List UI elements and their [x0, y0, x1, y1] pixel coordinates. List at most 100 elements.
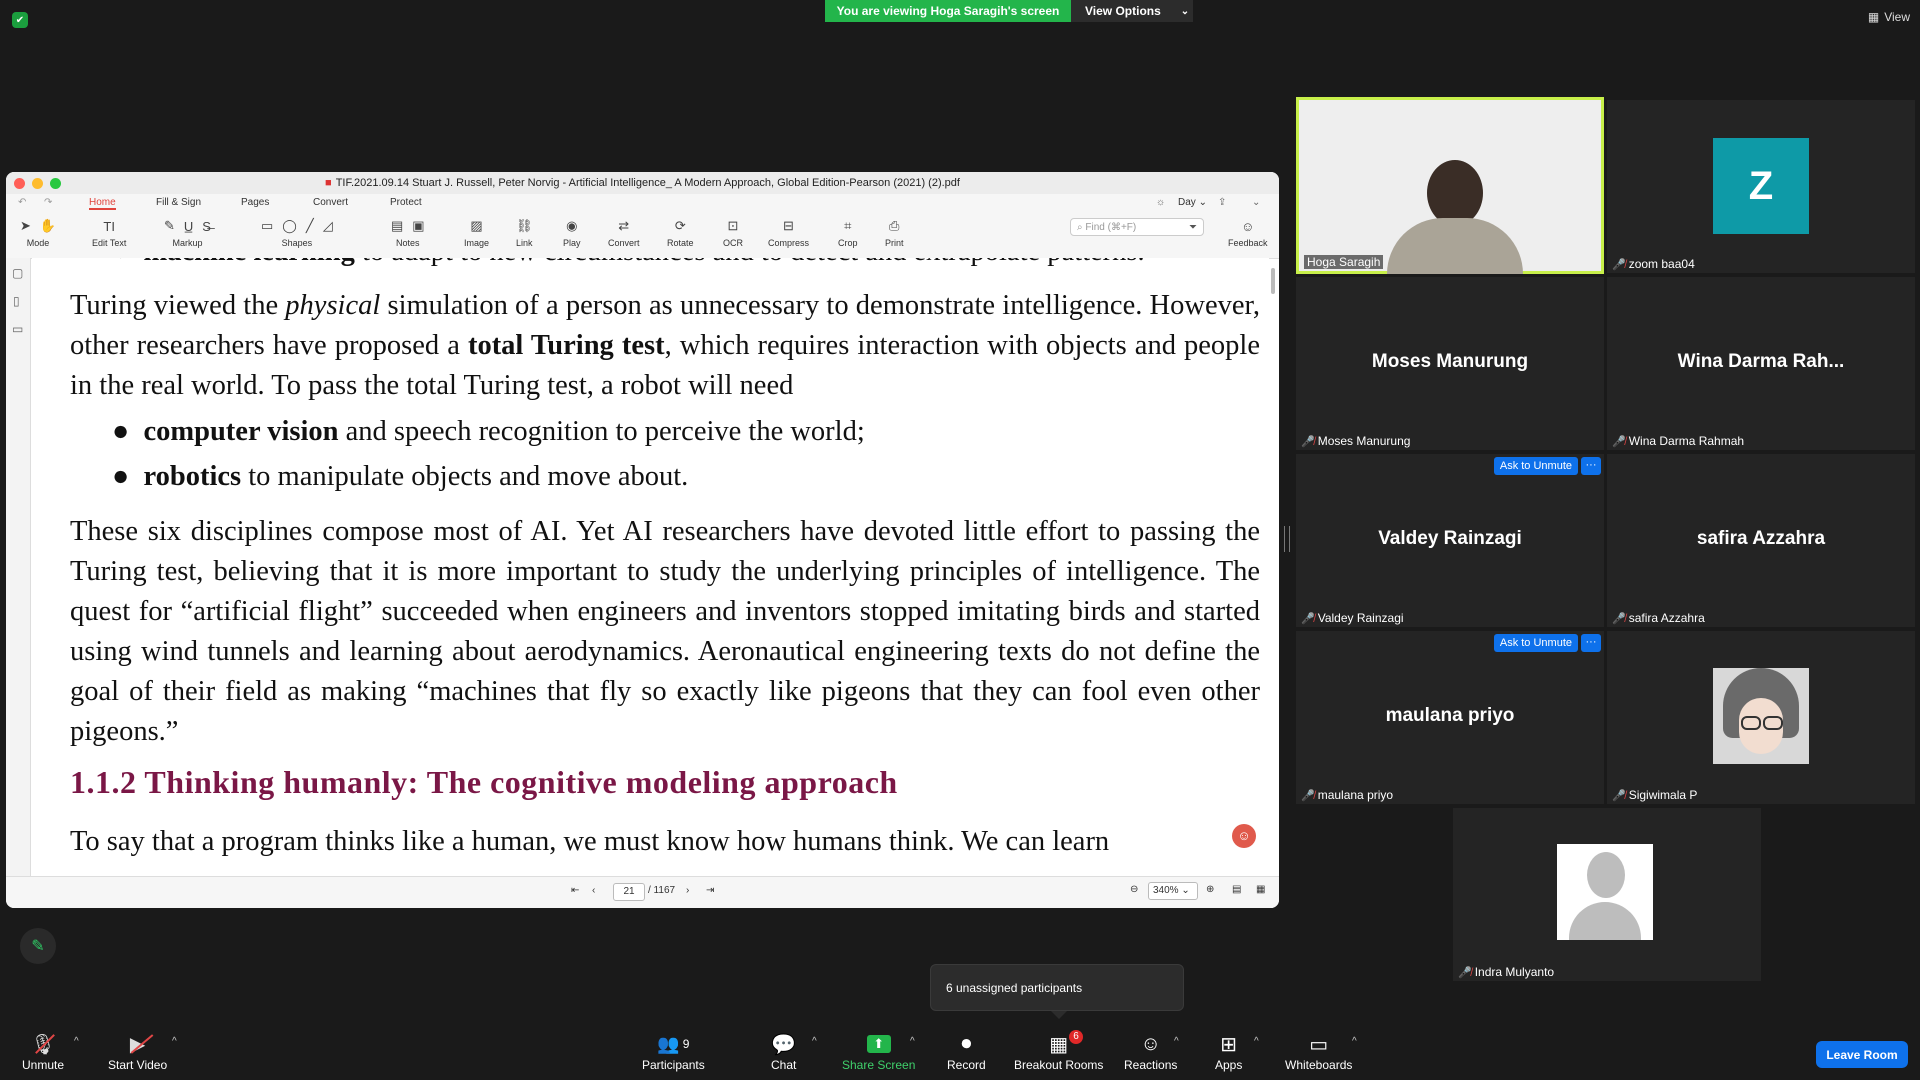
tab-convert[interactable]: Convert — [313, 197, 348, 208]
more-options-button[interactable]: ··· — [1581, 457, 1601, 475]
tooltip-arrow — [1051, 1011, 1067, 1019]
thumbnails-icon[interactable]: ▢ — [12, 266, 23, 280]
participant-tile[interactable]: Z 🎤̸ zoom baa04 — [1607, 100, 1915, 273]
participant-name: safira Azzahra — [1628, 611, 1705, 625]
participant-tile[interactable]: Moses Manurung 🎤̸ Moses Manurung — [1296, 277, 1604, 450]
mic-muted-icon: 🎤̸ — [1612, 612, 1626, 625]
undo-icon[interactable]: ↶ — [18, 197, 26, 208]
link-tool[interactable]: ⛓ Link — [516, 214, 533, 248]
markup-tool[interactable]: ✎ U̲ S̶ Markup — [164, 214, 211, 248]
first-page-icon[interactable]: ⇤ — [571, 885, 579, 896]
theme-select[interactable]: Day ⌄ — [1178, 197, 1207, 208]
compress-tool[interactable]: ⊟ Compress — [768, 214, 809, 248]
zoom-out-icon[interactable]: ⊖ — [1130, 884, 1138, 895]
ask-to-unmute-button[interactable]: Ask to Unmute — [1493, 457, 1578, 475]
share-icon[interactable]: ⇪ — [1218, 197, 1226, 208]
convert-icon: ⇄ — [618, 218, 630, 233]
participant-tile[interactable]: Ask to Unmute ··· maulana priyo 🎤̸ maulan… — [1296, 631, 1604, 804]
tab-fill-sign[interactable]: Fill & Sign — [156, 197, 201, 208]
participants-button[interactable]: 👥 9 Participants — [642, 1030, 705, 1073]
more-options-button[interactable]: ··· — [1581, 634, 1601, 652]
zoom-window-button[interactable] — [50, 178, 61, 189]
print-tool[interactable]: ⎙ Print — [885, 214, 904, 248]
audio-options-caret[interactable]: ^ — [74, 1036, 79, 1047]
avatar-glasses-left — [1741, 716, 1761, 730]
mic-muted-icon: 🎤̸ — [1301, 612, 1315, 625]
breakout-rooms-button[interactable]: ▦ 6 Breakout Rooms — [1014, 1030, 1103, 1072]
mic-muted-icon: 🎤̸ — [1612, 258, 1626, 271]
edit-text-tool[interactable]: TI Edit Text — [92, 214, 126, 249]
page-total: / 1167 — [648, 885, 676, 896]
pdf-page-content[interactable]: ● machine learning to adapt to new circu… — [32, 258, 1269, 876]
comments-icon[interactable]: ▭ — [12, 322, 23, 336]
find-input[interactable]: ⌕ Find (⌘+F) ⏷ — [1070, 218, 1204, 236]
ocr-tool[interactable]: ⊡ OCR — [723, 214, 743, 248]
security-shield-icon[interactable]: ✔ — [12, 12, 28, 28]
annotate-pen-icon[interactable]: ✎ — [20, 928, 56, 964]
next-page-icon[interactable]: › — [686, 885, 689, 896]
compress-icon: ⊟ — [783, 218, 794, 233]
start-video-button[interactable]: ▶ Start Video — [108, 1030, 167, 1073]
close-window-button[interactable] — [14, 178, 25, 189]
minimize-window-button[interactable] — [32, 178, 43, 189]
bullet-term: machine learning — [143, 258, 354, 267]
bullet-item: ● computer vision and speech recognition… — [112, 416, 865, 447]
note-icon: ▤ — [391, 218, 404, 233]
brightness-icon[interactable]: ☼ — [1156, 197, 1165, 208]
last-page-icon[interactable]: ⇥ — [706, 885, 714, 896]
pdf-scrollbar[interactable] — [1271, 268, 1275, 294]
chat-options-caret[interactable]: ^ — [812, 1036, 817, 1047]
ask-to-unmute-button[interactable]: Ask to Unmute — [1493, 634, 1578, 652]
participant-tile[interactable]: Wina Darma Rah... 🎤̸ Wina Darma Rahmah — [1607, 277, 1915, 450]
apps-options-caret[interactable]: ^ — [1254, 1036, 1259, 1047]
participant-tile[interactable]: 🎤̸ Sigiwimala P — [1607, 631, 1915, 804]
mode-tool[interactable]: ➤ ✋ Mode — [20, 214, 56, 248]
participant-tile[interactable]: safira Azzahra 🎤̸ safira Azzahra — [1607, 454, 1915, 627]
zoom-select[interactable]: 340% ⌄ — [1148, 882, 1198, 900]
tab-pages[interactable]: Pages — [241, 197, 269, 208]
leave-room-button[interactable]: Leave Room — [1816, 1041, 1908, 1068]
notes-tool[interactable]: ▤ ▣ Notes — [391, 214, 425, 248]
view-options-button[interactable]: View Options ⌄ — [1071, 0, 1193, 22]
filter-icon[interactable]: ⏷ — [1189, 222, 1197, 233]
participant-tile[interactable]: 🎤̸ Indra Mulyanto — [1453, 808, 1761, 981]
image-tool[interactable]: ▨ Image — [464, 214, 489, 248]
apps-button[interactable]: ⊞ Apps — [1215, 1030, 1242, 1073]
share-screen-button[interactable]: ⬆ Share Screen — [842, 1030, 915, 1072]
view-button[interactable]: ▦ View — [1868, 10, 1910, 24]
whiteboards-button[interactable]: ▭ Whiteboards — [1285, 1030, 1352, 1073]
page-number-input[interactable]: 21 — [613, 883, 645, 901]
collapse-ribbon-icon[interactable]: ⌄ — [1252, 197, 1260, 208]
unmute-button[interactable]: 🎙 Unmute — [22, 1030, 64, 1073]
convert-tool[interactable]: ⇄ Convert — [608, 214, 640, 248]
rotate-tool[interactable]: ⟳ Rotate — [667, 214, 694, 248]
prev-page-icon[interactable]: ‹ — [592, 885, 595, 896]
share-options-caret[interactable]: ^ — [910, 1036, 915, 1047]
record-button[interactable]: ⏺ Record — [947, 1030, 986, 1073]
crop-tool[interactable]: ⌗ Crop — [838, 214, 858, 248]
chat-button[interactable]: 💬 Chat — [771, 1030, 796, 1073]
split-divider-handle[interactable] — [1284, 526, 1290, 552]
single-page-icon[interactable]: ▤ — [1232, 884, 1241, 895]
tab-home[interactable]: Home — [89, 197, 116, 210]
ai-assistant-icon[interactable]: ☺ — [1232, 824, 1256, 848]
video-off-icon: ▶ — [130, 1030, 154, 1058]
shapes-tool[interactable]: ▭ ◯ ╱ ◿ Shapes — [261, 214, 333, 248]
feedback-tool[interactable]: ☺ Feedback — [1228, 214, 1268, 249]
participant-display-name: Valdey Rainzagi — [1378, 528, 1522, 549]
play-tool[interactable]: ◉ Play — [563, 214, 581, 248]
bookmark-icon[interactable]: ▯ — [13, 294, 20, 308]
video-options-caret[interactable]: ^ — [172, 1036, 177, 1047]
reactions-button[interactable]: ☺ Reactions — [1124, 1030, 1177, 1073]
redo-icon[interactable]: ↷ — [44, 197, 52, 208]
tab-protect[interactable]: Protect — [390, 197, 422, 208]
whiteboard-icon: ▭ — [1309, 1033, 1329, 1056]
participant-tile[interactable]: Ask to Unmute ··· Valdey Rainzagi 🎤̸ Vald… — [1296, 454, 1604, 627]
two-page-icon[interactable]: ▦ — [1256, 884, 1265, 895]
participant-display-name: Wina Darma Rah... — [1677, 351, 1845, 372]
zoom-in-icon[interactable]: ⊕ — [1206, 884, 1214, 895]
participant-tile-active-speaker[interactable]: Hoga Saragih — [1296, 97, 1604, 274]
whiteboards-options-caret[interactable]: ^ — [1352, 1036, 1357, 1047]
reactions-options-caret[interactable]: ^ — [1174, 1036, 1179, 1047]
tool-label: Rotate — [667, 238, 694, 248]
